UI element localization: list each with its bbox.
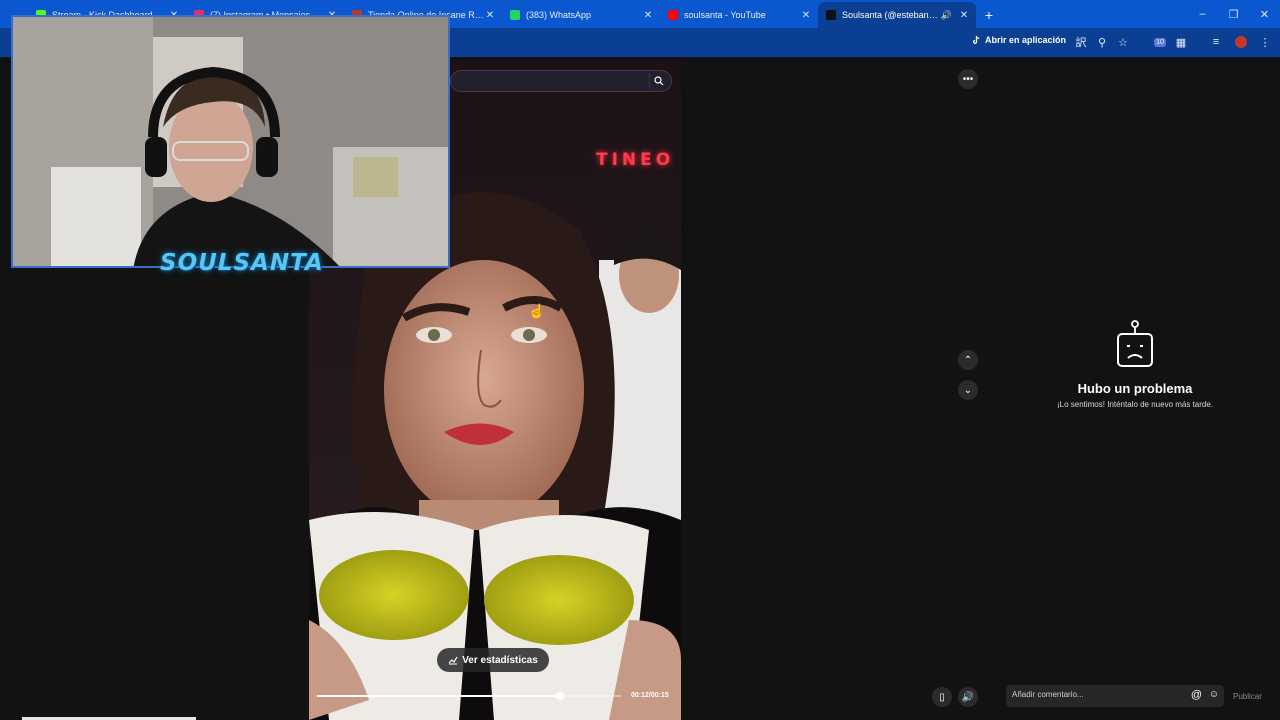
extension-badge: 10 <box>1154 37 1166 47</box>
comments-error-panel: Hubo un problema ¡Lo sentimos! Inténtalo… <box>1035 320 1235 409</box>
chevron-up-icon[interactable]: ⌃ <box>958 350 978 370</box>
bookmark-star-icon[interactable]: ☆ <box>1115 34 1131 50</box>
search-icon[interactable] <box>649 73 668 89</box>
browser-menu-icon[interactable]: ⋮ <box>1257 34 1273 50</box>
tab-audio-icon[interactable]: 🔊 <box>941 10 952 21</box>
mobile-view-icon[interactable]: ▯ <box>932 687 952 707</box>
profile-avatar-icon[interactable] <box>1233 34 1249 50</box>
window-controls: – ❐ ✕ <box>1187 0 1280 28</box>
mention-icon[interactable]: @ <box>1191 689 1202 701</box>
browser-tab[interactable]: (383) WhatsApp ✕ <box>502 2 660 28</box>
comment-placeholder: Añadir comentario... <box>1012 690 1084 699</box>
view-stats-label: Ver estadísticas <box>462 654 538 666</box>
tab-title: Soulsanta (@estebansantana <box>842 10 941 20</box>
emoji-icon[interactable]: ☺ <box>1209 689 1219 700</box>
video-time-readout: 00:12/00:15 <box>631 692 669 699</box>
tab-close-icon[interactable]: ✕ <box>958 10 970 21</box>
video-progress-fill <box>317 695 561 697</box>
webcam-overlay <box>11 15 450 268</box>
close-window-icon[interactable]: ✕ <box>1249 0 1280 28</box>
hand-cursor-icon: ☝ <box>528 303 546 319</box>
sad-robot-icon <box>1117 320 1153 367</box>
error-subtitle: ¡Lo sentimos! Inténtalo de nuevo más tar… <box>1056 400 1214 409</box>
tiktok-icon <box>973 35 980 44</box>
extension-badge-icon[interactable]: 10 <box>1152 34 1168 50</box>
webcam-feed <box>13 17 448 266</box>
media-control-icon[interactable]: ≡ <box>1208 34 1224 50</box>
open-in-app-button[interactable]: Abrir en aplicación <box>972 35 1066 45</box>
search-input[interactable] <box>450 70 672 92</box>
publish-button[interactable]: Publicar <box>1233 692 1262 701</box>
minimize-icon[interactable]: – <box>1187 0 1218 28</box>
chevron-down-icon[interactable]: ⌄ <box>958 380 978 400</box>
view-stats-button[interactable]: Ver estadísticas <box>437 648 549 672</box>
tab-favicon-icon <box>510 10 520 20</box>
extensions-puzzle-icon[interactable]: ▦ <box>1173 34 1189 50</box>
translate-icon[interactable]: 訳 <box>1073 34 1089 50</box>
chart-icon <box>448 656 458 665</box>
tab-close-icon[interactable]: ✕ <box>642 10 654 21</box>
restore-icon[interactable]: ❐ <box>1218 0 1249 28</box>
tab-title: soulsanta - YouTube <box>684 10 766 20</box>
zoom-icon[interactable]: ⚲ <box>1094 34 1110 50</box>
browser-tab[interactable]: soulsanta - YouTube ✕ <box>660 2 818 28</box>
tab-favicon-icon <box>826 10 836 20</box>
tab-close-icon[interactable]: ✕ <box>800 10 812 21</box>
comment-input[interactable]: Añadir comentario... @ ☺ <box>1006 685 1224 707</box>
volume-icon[interactable]: 🔊 <box>958 687 978 707</box>
tab-favicon-icon <box>668 10 678 20</box>
neon-sign: TINEO <box>596 150 675 170</box>
open-in-app-label: Abrir en aplicación <box>985 35 1067 45</box>
more-options-icon[interactable]: ••• <box>958 69 978 89</box>
tab-close-icon[interactable]: ✕ <box>484 10 496 21</box>
video-progress-bar[interactable] <box>317 692 621 700</box>
new-tab-button[interactable]: + <box>976 2 1002 28</box>
tab-title: (383) WhatsApp <box>526 10 592 20</box>
webcam-brand-logo: SOULSANTA <box>160 250 324 276</box>
browser-tab[interactable]: Soulsanta (@estebansantana🔊 ✕ <box>818 2 976 28</box>
error-title: Hubo un problema <box>1077 381 1193 396</box>
